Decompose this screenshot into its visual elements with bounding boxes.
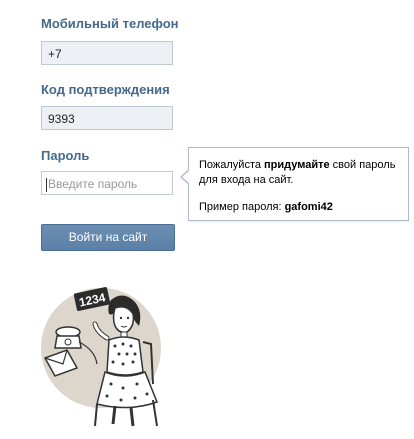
text-caret: [46, 177, 47, 192]
example-password: gafomi42: [284, 201, 333, 213]
phone-input[interactable]: +7: [41, 41, 173, 65]
password-placeholder: Введите пароль: [48, 177, 138, 191]
code-input[interactable]: 9393: [41, 106, 173, 130]
login-button[interactable]: Войти на сайт: [41, 224, 175, 251]
tooltip-example: Пример пароля: gafomi42: [199, 201, 333, 213]
phone-label: Мобильный телефон: [41, 16, 179, 31]
woman-holding-number-sign-illustration: 1234: [41, 287, 161, 427]
tooltip-message: Пожалуйста придумайте свой пароль для вх…: [199, 159, 396, 186]
password-input[interactable]: Введите пароль: [41, 171, 173, 195]
password-hint-tooltip: Пожалуйста придумайте свой пароль для вх…: [180, 147, 409, 221]
login-page: Мобильный телефон +7 Код подтверждения 9…: [0, 0, 414, 439]
code-label: Код подтверждения: [41, 82, 170, 97]
password-label: Пароль: [41, 148, 90, 163]
